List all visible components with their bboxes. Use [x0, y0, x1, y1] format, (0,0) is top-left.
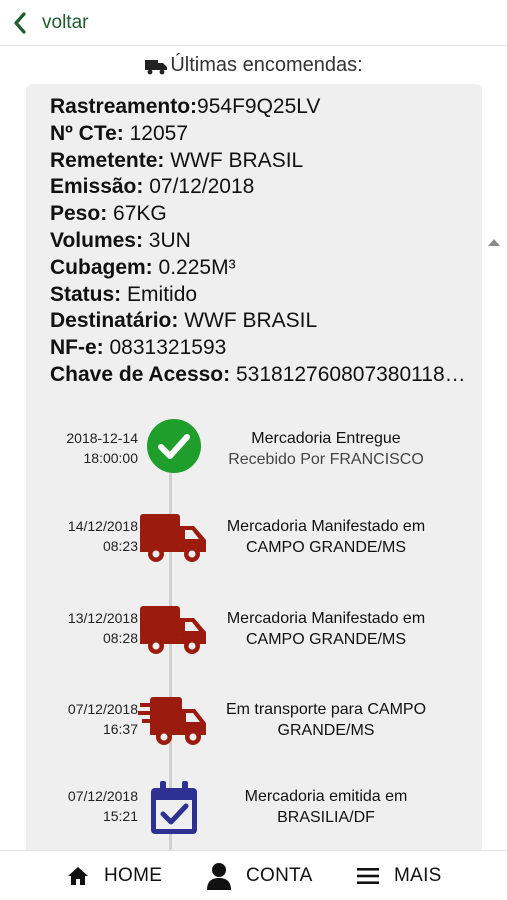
event-title: Em transporte para CAMPO GRANDE/MS [225, 701, 427, 739]
detail-value: WWF BRASIL [178, 309, 318, 333]
detail-value: 67KG [107, 202, 167, 226]
event-date: 14/12/2018 [67, 518, 138, 534]
event-time: 18:00:00 [83, 450, 139, 466]
event-date: 13/12/2018 [67, 610, 138, 626]
detail-value: 07/12/2018 [143, 175, 255, 199]
home-icon [68, 867, 88, 885]
event-time: 08:28 [102, 630, 138, 646]
nav-account[interactable]: CONTA [206, 851, 313, 900]
event-date: 07/12/2018 [67, 788, 138, 804]
detail-value: Emitido [121, 282, 198, 306]
top-bar: voltar [0, 0, 507, 46]
detail-row: Volumes: 3UN [50, 228, 470, 255]
detail-row: Destinatário: WWF BRASIL [50, 308, 470, 335]
timeline-event: 07/12/2018 15:21 Mercadoria emitida em BRA… [26, 776, 482, 846]
truck-icon [145, 59, 168, 74]
calendar-check-icon [138, 776, 210, 840]
detail-row: Remetente: WWF BRASIL [50, 148, 470, 175]
detail-label: Emissão: [50, 175, 144, 199]
truck-icon [138, 506, 210, 570]
detail-label: Destinatário: [50, 309, 179, 333]
detail-label: Remetente: [50, 148, 165, 172]
detail-row: Rastreamento:954F9Q25LV [50, 94, 470, 121]
timeline-event: 2018-12-14 18:00:00 Mercadoria Entregue Rec… [26, 414, 482, 484]
event-datetime: 07/12/2018 15:21 [46, 786, 138, 826]
detail-row: Peso: 67KG [50, 201, 470, 228]
detail-value: 0.225M³ [152, 255, 236, 279]
detail-label: Rastreamento: [50, 95, 198, 118]
detail-row: Nº CTe: 12057 [50, 121, 470, 148]
detail-label: Chave de Acesso: [50, 362, 231, 386]
detail-row: Chave de Acesso: 5318127608073801181... [50, 362, 470, 389]
detail-label: Status: [50, 282, 122, 306]
detail-label: Volumes: [50, 228, 143, 252]
event-date: 07/12/2018 [67, 701, 138, 717]
back-label: voltar [42, 11, 89, 33]
nav-more[interactable]: MAIS [356, 851, 442, 900]
chevron-left-icon [14, 11, 26, 34]
event-title: Mercadoria Manifestado em CAMPO GRANDE/M… [226, 610, 426, 648]
event-datetime: 2018-12-14 18:00:00 [46, 428, 138, 468]
event-datetime: 07/12/2018 16:37 [46, 699, 138, 739]
timeline-event: 13/12/2018 08:28 Mercadoria Manifestado em… [26, 598, 482, 668]
nav-home[interactable]: HOME [66, 851, 162, 900]
detail-label: NF-e: [50, 336, 104, 360]
detail-value: 5318127608073801181... [230, 362, 470, 386]
detail-label: Nº CTe: [50, 121, 124, 145]
detail-label: Peso: [50, 202, 108, 226]
detail-row: NF-e: 0831321593 [50, 335, 470, 362]
timeline-event: 07/12/2018 16:37 Em transporte para CAMPO … [26, 689, 482, 759]
back-button[interactable]: voltar [0, 0, 88, 46]
section-title-text: Últimas encomendas: [170, 54, 363, 76]
section-title: Últimas encomendas: [0, 54, 507, 77]
detail-value: WWF BRASIL [164, 148, 304, 172]
event-description: Mercadoria Manifestado em CAMPO GRANDE/M… [206, 516, 446, 558]
event-date: 2018-12-14 [66, 430, 138, 446]
event-description: Mercadoria emitida em BRASILIA/DF [206, 786, 446, 828]
event-title: Mercadoria Manifestado em CAMPO GRANDE/M… [226, 518, 426, 556]
nav-more-label: MAIS [394, 865, 442, 886]
detail-row: Cubagem: 0.225M³ [50, 255, 470, 282]
event-subtitle: Recebido Por FRANCISCO [228, 451, 424, 468]
event-time: 16:37 [102, 721, 138, 737]
shipment-card: Rastreamento:954F9Q25LV Nº CTe: 12057 Reme… [26, 84, 482, 864]
scroll-up-icon[interactable] [487, 236, 501, 248]
event-time: 08:23 [102, 538, 138, 554]
truck-icon [138, 598, 210, 662]
bottom-navigation: HOME CONTA MAIS [0, 850, 507, 900]
shipment-details: Rastreamento:954F9Q25LV Nº CTe: 12057 Reme… [50, 94, 470, 389]
event-title: Mercadoria emitida em BRASILIA/DF [244, 788, 408, 826]
timeline-event: 14/12/2018 08:23 Mercadoria Manifestado em… [26, 506, 482, 576]
event-title: Mercadoria Entregue [251, 430, 401, 447]
detail-value: 954F9Q25LV [197, 95, 321, 118]
detail-row: Emissão: 07/12/2018 [50, 174, 470, 201]
event-time: 15:21 [102, 808, 138, 824]
event-description: Mercadoria Entregue Recebido Por FRANCISC… [206, 428, 446, 470]
nav-home-label: HOME [104, 865, 163, 886]
event-description: Mercadoria Manifestado em CAMPO GRANDE/M… [206, 608, 446, 650]
event-datetime: 13/12/2018 08:28 [46, 608, 138, 648]
nav-account-label: CONTA [246, 865, 313, 886]
user-icon [207, 863, 231, 890]
detail-value: 12057 [123, 121, 189, 145]
detail-label: Cubagem: [50, 255, 153, 279]
event-datetime: 14/12/2018 08:23 [46, 516, 138, 556]
check-circle-icon [138, 414, 210, 478]
menu-icon [357, 868, 379, 884]
event-description: Em transporte para CAMPO GRANDE/MS [206, 699, 446, 741]
detail-value: 3UN [142, 228, 191, 252]
fast-truck-icon [138, 689, 210, 753]
detail-row: Status: Emitido [50, 282, 470, 309]
detail-value: 0831321593 [103, 336, 227, 360]
